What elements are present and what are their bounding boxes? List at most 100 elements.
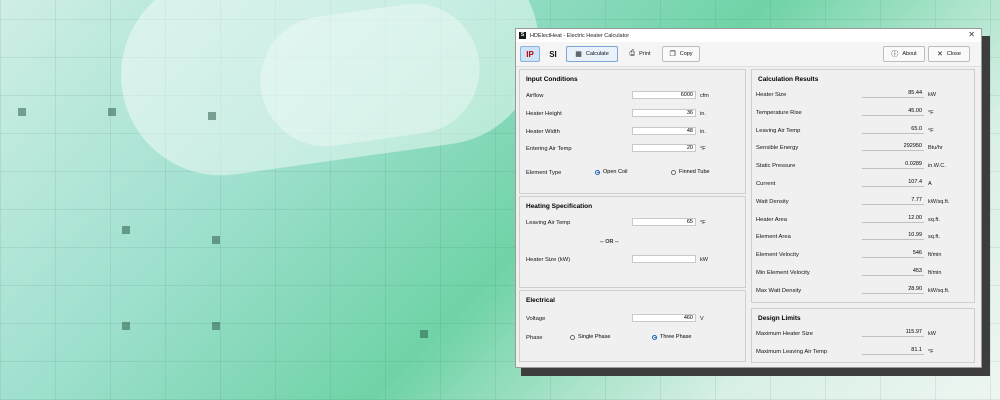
calculation-results-title: Calculation Results — [758, 76, 819, 83]
result-label: Maximum Leaving Air Temp — [756, 349, 828, 355]
three-phase-radio[interactable]: Three Phase — [652, 334, 692, 340]
result-value: 45.00 — [862, 108, 924, 116]
copy-button[interactable]: ❐ Copy — [662, 46, 700, 62]
leaving-air-temp-label: Leaving Air Temp — [526, 220, 571, 226]
window-title: HDElectHeat - Electric Heater Calculator — [530, 32, 630, 39]
si-units-button[interactable]: SI — [543, 46, 563, 62]
result-label: Heater Size — [756, 92, 787, 98]
single-phase-label: Single Phase — [578, 334, 611, 340]
close-button[interactable]: ✕ Close — [928, 46, 970, 62]
or-separator: -- OR -- — [600, 239, 619, 245]
single-phase-radio[interactable]: Single Phase — [570, 334, 610, 340]
result-unit: A — [928, 181, 932, 187]
app-window: S HDElectHeat - Electric Heater Calculat… — [515, 28, 982, 368]
result-value: 28.90 — [862, 286, 924, 294]
background-marker — [420, 330, 428, 338]
input-conditions-panel: Input Conditions Airflow 6000 cfm Heater… — [519, 69, 746, 194]
phase-label: Phase — [526, 335, 543, 341]
airflow-unit: cfm — [700, 93, 709, 99]
background-marker — [18, 108, 26, 116]
heater-width-input[interactable]: 48 — [632, 127, 696, 135]
result-unit: kW/sq.ft. — [928, 198, 950, 205]
element-type-label: Element Type — [526, 170, 562, 176]
airflow-input[interactable]: 6000 — [632, 91, 696, 99]
finned-tube-radio[interactable]: Finned Tube — [671, 169, 710, 175]
entering-air-temp-input[interactable]: 20 — [632, 144, 696, 152]
ip-label: IP — [526, 49, 534, 59]
design-limits-title: Design Limits — [758, 315, 801, 322]
voltage-unit: V — [700, 316, 704, 322]
entering-air-temp-unit: °F — [700, 146, 706, 152]
heating-spec-title: Heating Specification — [526, 203, 593, 210]
heater-height-input[interactable]: 36 — [632, 109, 696, 117]
result-value: 115.97 — [862, 329, 924, 337]
result-unit: ft/min — [928, 252, 942, 259]
about-button[interactable]: ⓘ About — [883, 46, 925, 62]
result-label: Element Area — [756, 234, 791, 241]
result-label: Max Watt Density — [756, 287, 802, 294]
result-unit: in.W.C. — [928, 163, 946, 170]
result-value: 12.00 — [862, 215, 924, 223]
print-label: Print — [639, 51, 651, 57]
result-label: Min Element Velocity — [756, 270, 810, 276]
print-button[interactable]: ⎙ Print — [621, 46, 659, 62]
heating-spec-panel: Heating Specification Leaving Air Temp 6… — [519, 196, 746, 288]
copy-label: Copy — [679, 51, 693, 57]
three-phase-label: Three Phase — [660, 334, 692, 340]
heater-height-label: Heater Height — [526, 111, 562, 117]
heater-width-label: Heater Width — [526, 129, 560, 135]
result-unit: sq.ft. — [928, 216, 940, 223]
background-marker — [208, 112, 216, 120]
leaving-air-temp-unit: °F — [700, 220, 706, 226]
calculator-icon: ▦ — [575, 51, 582, 58]
entering-air-temp-label: Entering Air Temp — [526, 146, 572, 152]
background-marker — [122, 226, 130, 234]
result-unit: kW/sq.ft. — [928, 287, 950, 294]
result-value: 107.4 — [862, 179, 924, 187]
result-label: Static Pressure — [756, 163, 796, 170]
finned-tube-label: Finned Tube — [679, 169, 710, 175]
result-value: 7.77 — [862, 197, 924, 205]
result-unit: °F — [928, 349, 934, 355]
result-label: Leaving Air Temp — [756, 127, 801, 134]
heater-size-kw-label: Heater Size (kW) — [526, 257, 571, 263]
printer-icon: ⎙ — [629, 50, 636, 57]
radio-unselected-icon — [671, 169, 676, 175]
result-label: Sensible Energy — [756, 145, 799, 152]
result-label: Temperature Rise — [756, 109, 802, 116]
ip-units-button[interactable]: IP — [520, 46, 540, 62]
copy-icon: ❐ — [669, 51, 676, 58]
result-value: 0.0289 — [862, 161, 924, 170]
si-label: SI — [549, 49, 557, 59]
heater-size-kw-input[interactable] — [632, 255, 696, 263]
open-coil-radio[interactable]: Open Coil — [595, 169, 627, 175]
leaving-air-temp-input[interactable]: 65 — [632, 218, 696, 226]
title-bar: S HDElectHeat - Electric Heater Calculat… — [516, 29, 981, 42]
heater-height-unit: in. — [700, 111, 706, 117]
result-value: 10.99 — [862, 232, 924, 241]
result-value: 85.44 — [862, 90, 924, 98]
open-coil-label: Open Coil — [603, 169, 628, 175]
calculate-button[interactable]: ▦ Calculate — [566, 46, 618, 62]
voltage-input[interactable]: 460 — [632, 314, 696, 322]
result-unit: °F — [928, 127, 934, 134]
result-value: 546 — [862, 250, 924, 259]
toolbar-right-group: ⓘ About ✕ Close — [883, 46, 973, 62]
result-value: 65.0 — [862, 126, 924, 134]
heater-size-kw-unit: kW — [700, 257, 708, 263]
result-unit: °F — [928, 109, 934, 116]
toolbar: IP SI ▦ Calculate ⎙ Print ❐ Copy ⓘ About… — [516, 42, 981, 67]
result-unit: sq.ft. — [928, 234, 940, 241]
result-unit: ft/min — [928, 270, 942, 276]
radio-selected-icon — [595, 169, 600, 175]
electrical-panel: Electrical Voltage 460 V Phase Single Ph… — [519, 290, 746, 362]
info-icon: ⓘ — [891, 51, 899, 58]
result-label: Element Velocity — [756, 252, 799, 259]
background-marker — [122, 322, 130, 330]
calculate-label: Calculate — [585, 51, 609, 57]
background-marker — [212, 322, 220, 330]
result-value: 81.1 — [862, 347, 924, 355]
window-close-icon[interactable]: ✕ — [968, 30, 975, 39]
about-label: About — [902, 51, 917, 57]
close-icon: ✕ — [937, 51, 943, 58]
